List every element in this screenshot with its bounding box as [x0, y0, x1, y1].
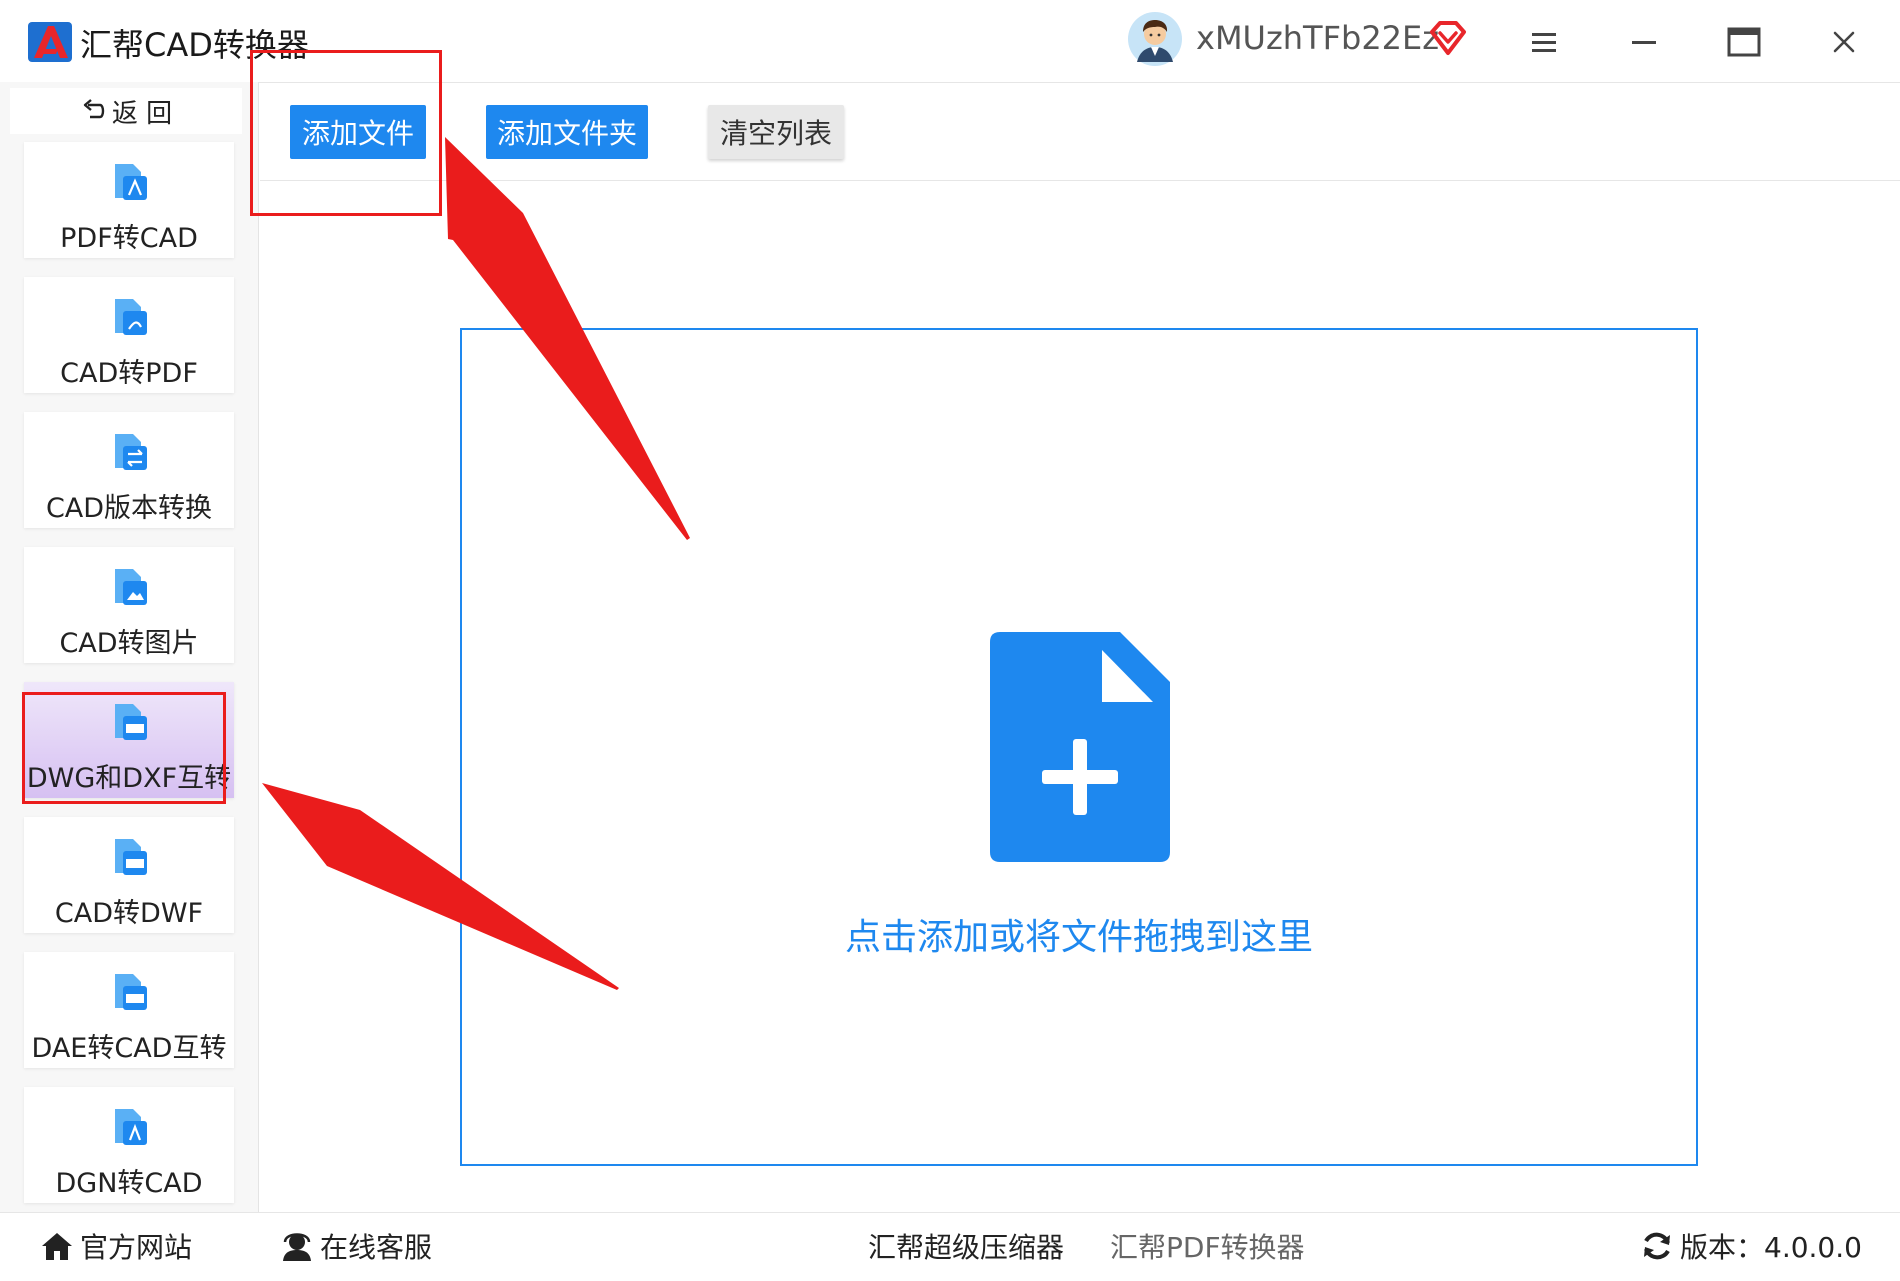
pdf-converter-link[interactable]: 汇帮PDF转换器	[1110, 1226, 1305, 1266]
dgn-to-cad-icon	[115, 1109, 147, 1145]
sidebar-item-label: CAD转图片	[59, 628, 199, 659]
back-arrow-icon	[83, 99, 105, 119]
back-button[interactable]: 返 回	[10, 88, 242, 134]
app-logo-icon	[28, 22, 72, 62]
close-icon	[1833, 31, 1855, 53]
minimize-button[interactable]	[1620, 18, 1668, 66]
refresh-icon[interactable]	[1640, 1229, 1674, 1263]
cad-to-image-icon	[115, 569, 147, 605]
minimize-icon	[1632, 41, 1656, 44]
online-service-link[interactable]: 在线客服	[280, 1226, 432, 1266]
sidebar-item-dwg-dxf[interactable]: DWG和DXF互转	[24, 682, 234, 798]
sidebar-item-label: CAD转PDF	[60, 358, 198, 389]
official-site-label: 官方网站	[80, 1231, 193, 1264]
pdf-to-cad-icon	[115, 164, 147, 200]
compressor-link[interactable]: 汇帮超级压缩器	[868, 1226, 1064, 1266]
official-site-link[interactable]: 官方网站	[40, 1226, 192, 1266]
user-avatar[interactable]	[1128, 12, 1182, 66]
sidebar-item-dae-to-cad[interactable]: DAE转CAD互转	[24, 952, 234, 1068]
sidebar-item-cad-version[interactable]: CAD版本转换	[24, 412, 234, 528]
cad-to-pdf-icon	[115, 299, 147, 335]
home-icon	[42, 1233, 72, 1260]
app-title: 汇帮CAD转换器	[80, 26, 309, 64]
sidebar-item-label: PDF转CAD	[60, 223, 198, 254]
close-button[interactable]	[1820, 18, 1868, 66]
sidebar-item-cad-to-pdf[interactable]: CAD转PDF	[24, 277, 234, 393]
sidebar-item-cad-to-dwf[interactable]: CAD转DWF	[24, 817, 234, 933]
cad-version-icon	[115, 434, 147, 470]
version-info: 版本：4.0.0.0	[1640, 1226, 1862, 1266]
sidebar-item-label: DGN转CAD	[55, 1168, 203, 1199]
sidebar-item-label: CAD转DWF	[54, 898, 204, 929]
clear-list-button[interactable]: 清空列表	[708, 105, 844, 159]
hamburger-menu-icon	[1532, 33, 1556, 52]
drop-hint-text: 点击添加或将文件拖拽到这里	[844, 917, 1313, 958]
version-label: 版本：4.0.0.0	[1680, 1231, 1862, 1264]
sidebar-item-dgn-to-cad[interactable]: DGN转CAD	[24, 1087, 234, 1203]
customer-service-icon	[283, 1233, 311, 1261]
add-folder-button[interactable]: 添加文件夹	[486, 105, 648, 159]
vip-diamond-icon[interactable]	[1428, 20, 1468, 56]
cad-to-dwf-icon	[115, 839, 147, 875]
add-file-icon[interactable]	[990, 632, 1170, 862]
menu-button[interactable]	[1520, 18, 1568, 66]
username: xMUzhTFb22Ez	[1196, 19, 1440, 57]
dae-to-cad-icon	[115, 974, 147, 1010]
sidebar-item-label: DAE转CAD互转	[31, 1033, 227, 1064]
sidebar-item-pdf-to-cad[interactable]: PDF转CAD	[24, 142, 234, 258]
add-file-button[interactable]: 添加文件	[290, 105, 426, 159]
sidebar-item-cad-to-image[interactable]: CAD转图片	[24, 547, 234, 663]
maximize-icon	[1727, 27, 1761, 57]
sidebar-item-label: CAD版本转换	[45, 493, 213, 524]
dwg-dxf-icon	[115, 704, 147, 740]
maximize-button[interactable]	[1720, 18, 1768, 66]
back-label: 返 回	[111, 98, 173, 129]
sidebar-item-label: DWG和DXF互转	[26, 763, 232, 794]
online-service-label: 在线客服	[320, 1231, 433, 1264]
